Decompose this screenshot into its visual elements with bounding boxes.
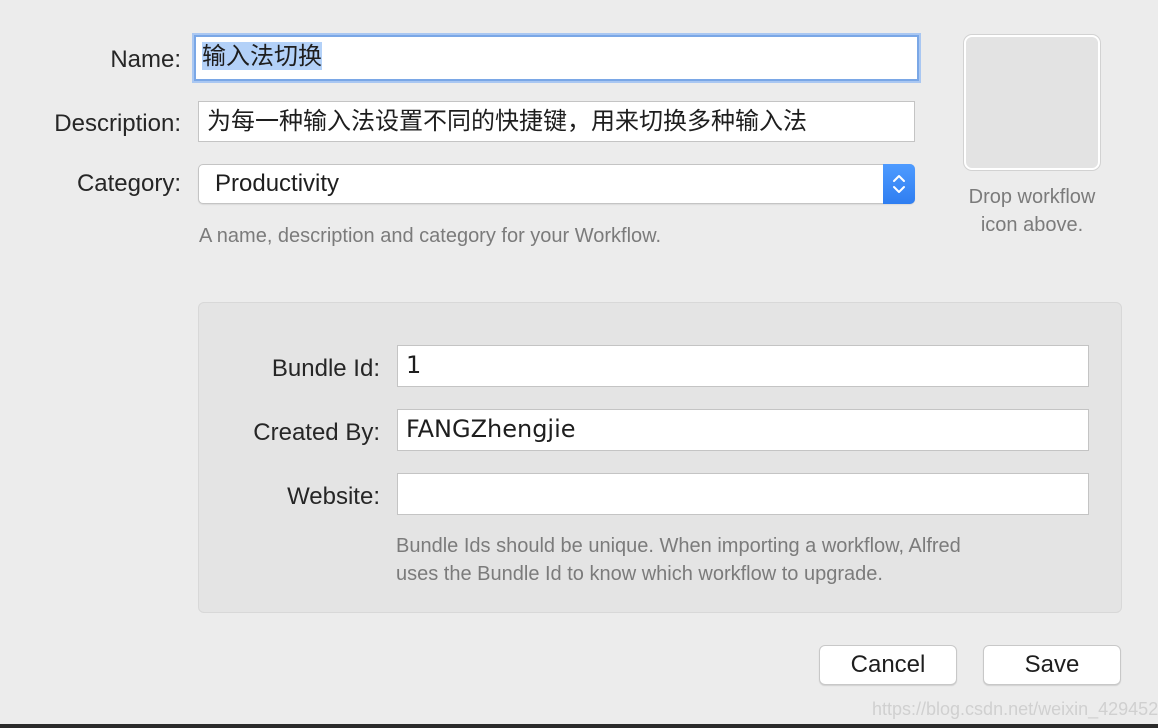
description-field-value: 为每一种输入法设置不同的快捷键，用来切换多种输入法 (207, 107, 807, 135)
save-button[interactable]: Save (983, 645, 1121, 685)
category-label: Category: (76, 170, 181, 197)
name-label: Name: (110, 46, 181, 73)
website-field[interactable] (397, 473, 1089, 515)
created-by-field-value: FANGZhengjie (406, 415, 576, 443)
description-field[interactable]: 为每一种输入法设置不同的快捷键，用来切换多种输入法 (198, 101, 915, 142)
category-select[interactable]: Productivity (198, 164, 915, 204)
cancel-button[interactable]: Cancel (819, 645, 957, 685)
description-label: Description: (54, 110, 181, 137)
chevron-up-down-icon[interactable] (883, 164, 915, 204)
drop-icon-hint: Drop workflow icon above. (940, 183, 1124, 239)
created-by-field[interactable]: FANGZhengjie (397, 409, 1089, 451)
name-field-value: 输入法切换 (202, 42, 322, 70)
bundle-hint-line2: uses the Bundle Id to know which workflo… (396, 563, 883, 585)
drop-icon-hint-line1: Drop workflow (968, 186, 1096, 208)
name-field[interactable]: 输入法切换 (194, 35, 919, 81)
watermark-text: https://blog.csdn.net/weixin_42945209 (872, 699, 1158, 719)
bundle-hint: Bundle Ids should be unique. When import… (396, 532, 961, 588)
category-select-value: Productivity (215, 170, 340, 197)
website-label: Website: (287, 483, 380, 510)
workflow-icon-well[interactable] (964, 35, 1100, 170)
drop-icon-hint-line2: icon above. (980, 214, 1084, 236)
bundle-hint-line1: Bundle Ids should be unique. When import… (396, 535, 961, 557)
bottom-divider (0, 724, 1158, 728)
bundle-id-field[interactable]: 1 (397, 345, 1089, 387)
form-hint: A name, description and category for you… (199, 225, 662, 247)
bundle-id-label: Bundle Id: (271, 355, 380, 382)
bundle-id-field-value: 1 (406, 351, 422, 379)
created-by-label: Created By: (253, 419, 380, 446)
